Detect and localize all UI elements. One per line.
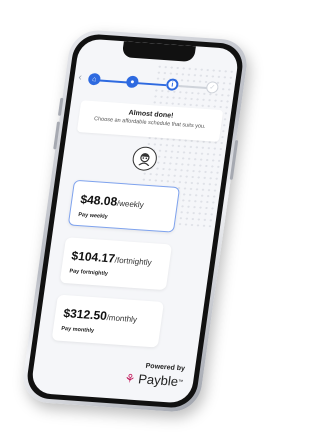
payble-logo-icon: ⚘	[123, 370, 137, 386]
app-screen: ‹ ⌂ ● i ✓ Almost done! Choose an afforda…	[30, 38, 240, 404]
person-avatar-glyph	[138, 153, 150, 167]
option-frequency: /monthly	[106, 313, 138, 325]
footer: Powered by ⚘ Payble ™	[124, 361, 186, 389]
brand-logo: ⚘ Payble ™	[124, 370, 185, 389]
home-icon[interactable]: ⌂	[87, 72, 102, 86]
trademark-mark: ™	[177, 378, 184, 385]
option-label: Pay weekly	[77, 212, 109, 221]
step-icon[interactable]: ●	[125, 75, 140, 89]
option-frequency: /weekly	[116, 198, 145, 210]
chevron-left-icon[interactable]: ‹	[78, 72, 83, 83]
check-icon[interactable]: ✓	[205, 81, 220, 94]
payment-option-fortnightly[interactable]: $104.17/fortnightly Pay fortnightly	[59, 237, 173, 291]
option-amount: $104.17	[70, 248, 116, 266]
step-connector	[96, 79, 129, 84]
option-label: Pay fortnightly	[68, 268, 109, 278]
payment-option-monthly[interactable]: $312.50/monthly Pay monthly	[51, 294, 165, 348]
phone-mockup: ‹ ⌂ ● i ✓ Almost done! Choose an afforda…	[19, 28, 251, 414]
step-connector	[134, 81, 167, 87]
option-amount: $312.50	[62, 306, 108, 323]
option-label: Pay monthly	[60, 325, 95, 335]
info-icon[interactable]: i	[165, 78, 180, 91]
brand-name: Payble	[137, 371, 180, 389]
payment-option-weekly[interactable]: $48.08/weekly Pay weekly	[67, 179, 181, 233]
option-frequency: /fortnightly	[114, 255, 153, 268]
option-amount: $48.08	[79, 192, 119, 209]
